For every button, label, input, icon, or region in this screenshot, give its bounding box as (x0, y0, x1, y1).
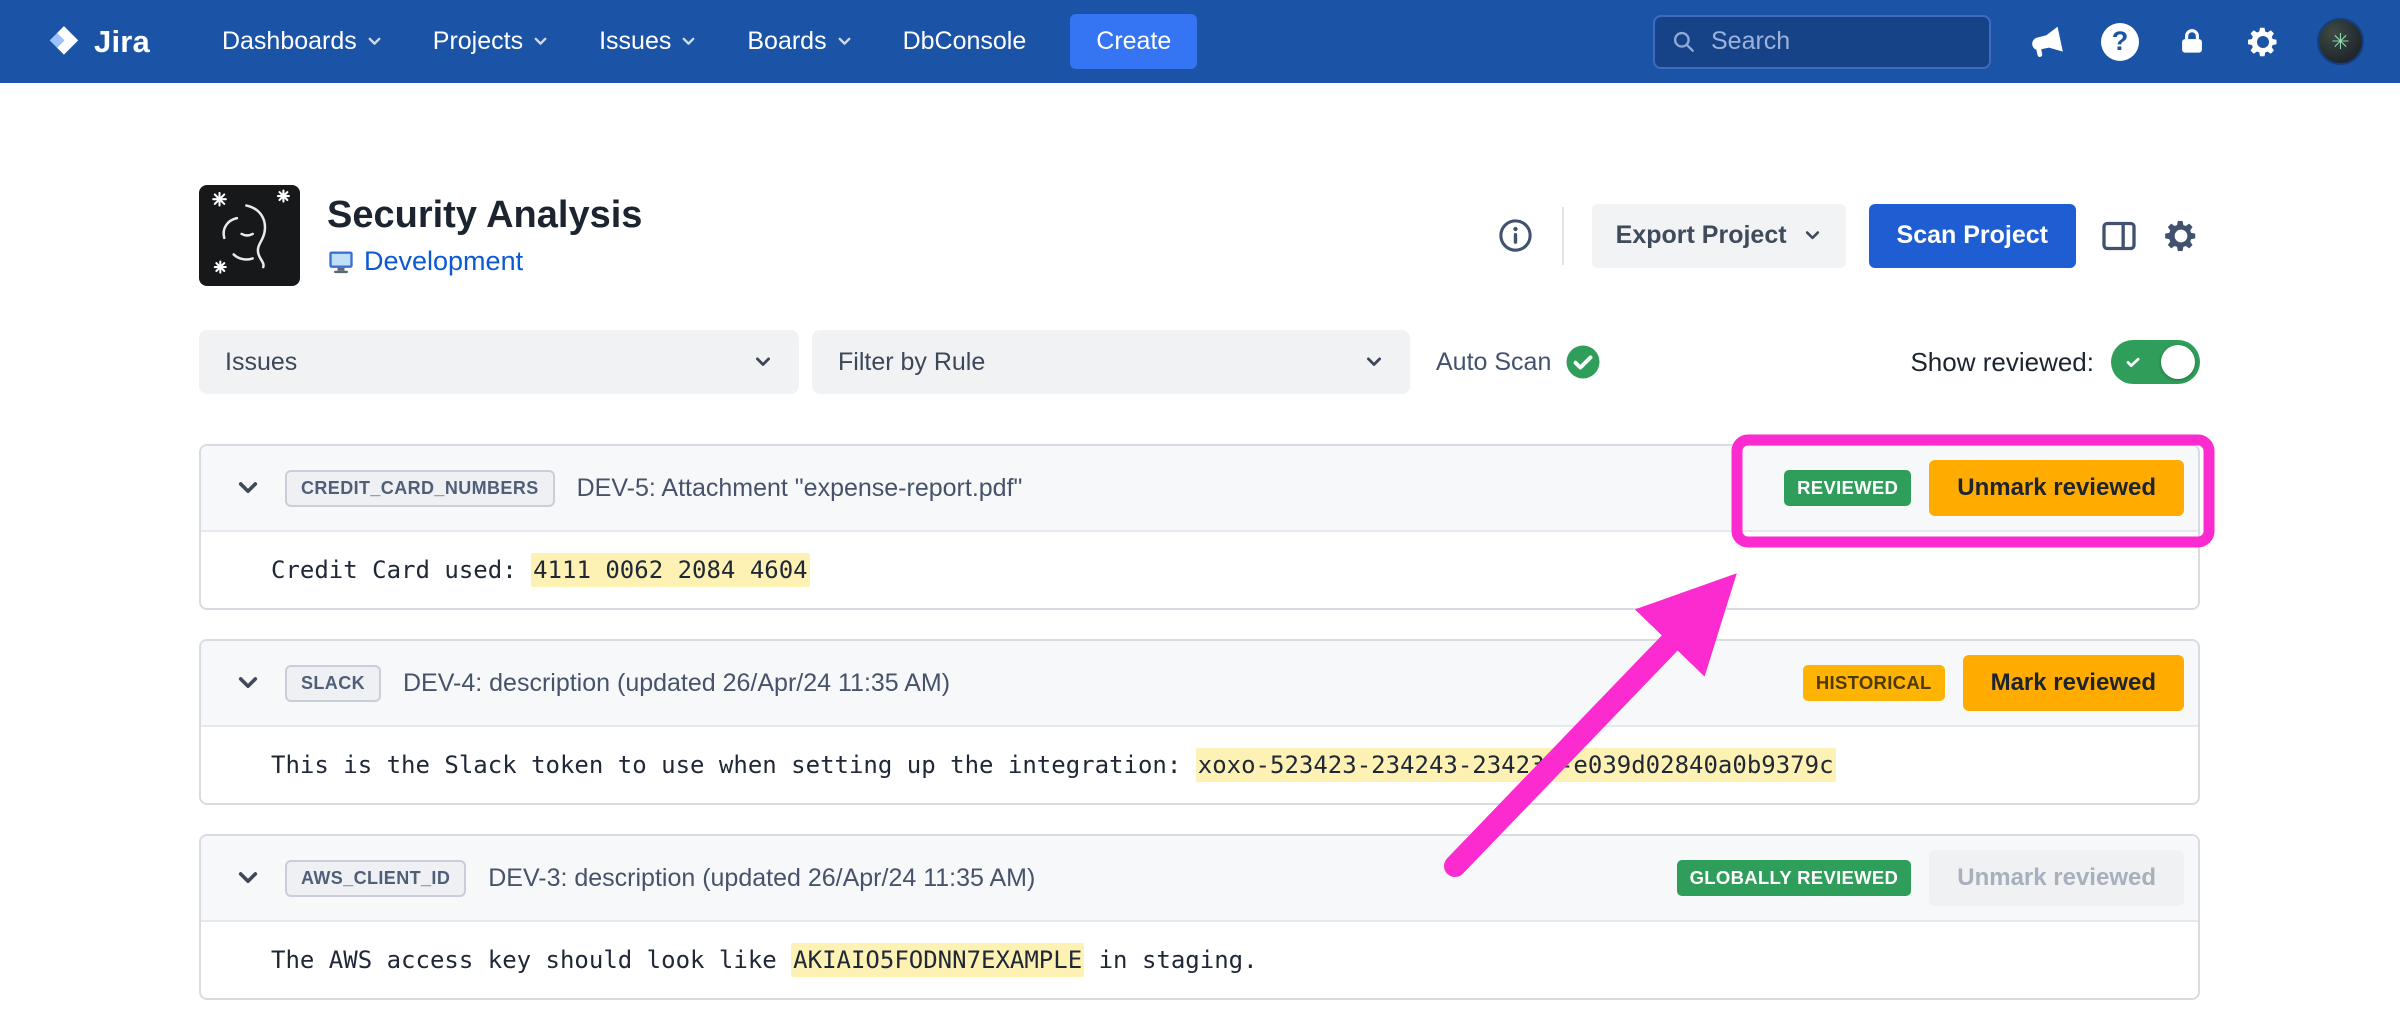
chevron-down-icon (1803, 226, 1822, 245)
breadcrumb: Development (327, 246, 642, 277)
chevron-down-icon (366, 33, 383, 50)
jira-logo-icon (44, 23, 82, 61)
chevron-down-icon (532, 33, 549, 50)
rule-badge: CREDIT_CARD_NUMBERS (285, 470, 555, 507)
finding-header: SLACK DEV-4: description (updated 26/Apr… (201, 641, 2198, 727)
jira-security-analysis-page: Jira Dashboards Projects Issues Boards D… (0, 0, 2400, 1011)
search-input[interactable] (1711, 27, 1973, 56)
finding-header: CREDIT_CARD_NUMBERS DEV-5: Attachment "e… (201, 446, 2198, 532)
nav-item-dbconsole[interactable]: DbConsole (903, 27, 1027, 56)
finding-body: Credit Card used: 4111 0062 2084 4604 (201, 532, 2198, 608)
jira-logo[interactable]: Jira (44, 23, 150, 61)
unmark-reviewed-button[interactable]: Unmark reviewed (1929, 460, 2184, 516)
issues-dropdown[interactable]: Issues (199, 330, 799, 394)
collapse-chevron-icon[interactable] (231, 865, 265, 891)
finding-card-credit-card: CREDIT_CARD_NUMBERS DEV-5: Attachment "e… (199, 444, 2200, 610)
project-link[interactable]: Development (364, 246, 523, 277)
info-icon[interactable] (1497, 217, 1534, 254)
search-icon (1671, 29, 1697, 55)
header-actions: Export Project Scan Project (1497, 204, 2200, 268)
toggle-knob (2161, 345, 2195, 379)
nav-item-projects[interactable]: Projects (433, 27, 549, 56)
finding-body: The AWS access key should look like AKIA… (201, 922, 2198, 998)
finding-body: This is the Slack token to use when sett… (201, 727, 2198, 803)
project-avatar (199, 185, 300, 286)
status-badge: REVIEWED (1784, 470, 1911, 506)
collapse-chevron-icon[interactable] (231, 670, 265, 696)
nav-icon-group: ? ✳ (2029, 18, 2364, 65)
lock-icon[interactable] (2175, 25, 2209, 59)
nav-menu: Dashboards Projects Issues Boards DbCons… (222, 27, 1026, 56)
filter-bar: Issues Filter by Rule Auto Scan Show rev… (199, 330, 2200, 394)
show-reviewed-toggle[interactable] (2111, 340, 2200, 384)
sensitive-data-highlight: 4111 0062 2084 4604 (531, 553, 810, 587)
finding-header: AWS_CLIENT_ID DEV-3: description (update… (201, 836, 2198, 922)
unmark-reviewed-button-disabled: Unmark reviewed (1929, 850, 2184, 906)
announcements-icon[interactable] (2029, 24, 2065, 60)
finding-actions: HISTORICAL Mark reviewed (1803, 655, 2184, 711)
finding-card-aws: AWS_CLIENT_ID DEV-3: description (update… (199, 834, 2200, 1000)
export-project-button[interactable]: Export Project (1592, 204, 1846, 268)
divider (1562, 207, 1564, 265)
nav-item-boards[interactable]: Boards (747, 27, 852, 56)
title-block: Security Analysis Development (327, 194, 642, 277)
chevron-down-icon (680, 33, 697, 50)
user-avatar[interactable]: ✳ (2317, 18, 2364, 65)
project-header: Security Analysis Development Export Pro… (199, 185, 2200, 286)
check-icon (2122, 351, 2144, 373)
mark-reviewed-button[interactable]: Mark reviewed (1963, 655, 2184, 711)
collapse-chevron-icon[interactable] (231, 475, 265, 501)
finding-actions: GLOBALLY REVIEWED Unmark reviewed (1677, 850, 2184, 906)
status-badge: HISTORICAL (1803, 665, 1945, 701)
top-navigation: Jira Dashboards Projects Issues Boards D… (0, 0, 2400, 83)
page-title: Security Analysis (327, 194, 642, 237)
nav-item-dashboards[interactable]: Dashboards (222, 27, 383, 56)
brand-name: Jira (94, 24, 150, 60)
chevron-down-icon (1364, 352, 1384, 372)
check-circle-icon (1565, 344, 1601, 380)
settings-gear-icon[interactable] (2245, 24, 2281, 60)
status-badge: GLOBALLY REVIEWED (1677, 860, 1912, 896)
scan-project-button[interactable]: Scan Project (1869, 204, 2076, 268)
chevron-down-icon (753, 352, 773, 372)
search-box[interactable] (1653, 15, 1991, 69)
finding-title: DEV-4: description (updated 26/Apr/24 11… (403, 669, 950, 698)
nav-item-issues[interactable]: Issues (599, 27, 697, 56)
help-icon[interactable]: ? (2101, 23, 2139, 61)
sensitive-data-highlight: AKIAIO5FODNN7EXAMPLE (791, 943, 1084, 977)
main-content: Security Analysis Development Export Pro… (0, 83, 2400, 1000)
rule-badge: AWS_CLIENT_ID (285, 860, 466, 897)
finding-title: DEV-3: description (updated 26/Apr/24 11… (488, 864, 1035, 893)
finding-card-slack: SLACK DEV-4: description (updated 26/Apr… (199, 639, 2200, 805)
rule-badge: SLACK (285, 665, 381, 702)
chevron-down-icon (836, 33, 853, 50)
sensitive-data-highlight: xoxo-523423-234243-234233-e039d02840a0b9… (1196, 748, 1836, 782)
project-avatar-art (199, 185, 300, 286)
project-category-icon (327, 248, 355, 276)
create-button[interactable]: Create (1070, 14, 1197, 69)
side-panel-icon[interactable] (2099, 216, 2139, 256)
auto-scan-indicator: Auto Scan (1436, 344, 1601, 380)
page-settings-gear-icon[interactable] (2162, 217, 2200, 255)
findings-list: CREDIT_CARD_NUMBERS DEV-5: Attachment "e… (199, 444, 2200, 1000)
finding-actions: REVIEWED Unmark reviewed (1784, 460, 2184, 516)
finding-title: DEV-5: Attachment "expense-report.pdf" (577, 474, 1023, 503)
rule-filter-dropdown[interactable]: Filter by Rule (812, 330, 1410, 394)
show-reviewed-control: Show reviewed: (1910, 340, 2200, 384)
